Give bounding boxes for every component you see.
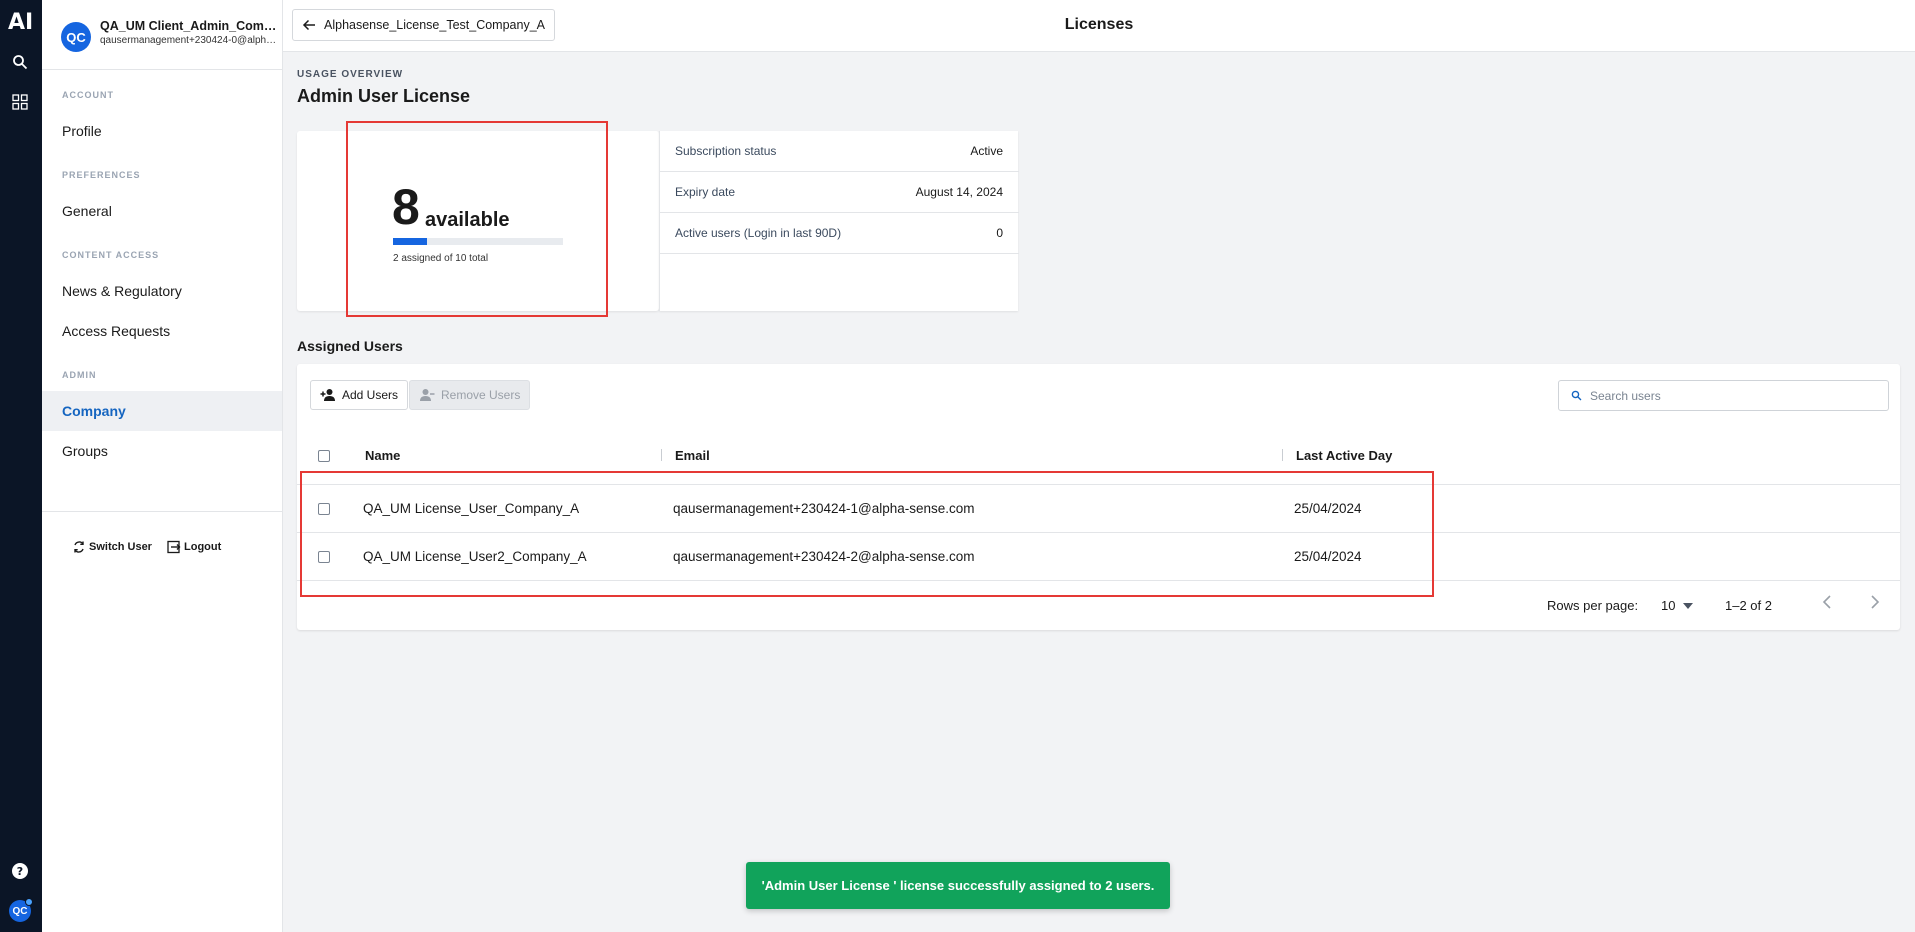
section-label-content-access: CONTENT ACCESS — [62, 250, 160, 260]
usage-overview-label: USAGE OVERVIEW — [297, 69, 404, 80]
next-page-button[interactable] — [1867, 594, 1881, 613]
user-name: QA_UM License_User_Company_A — [363, 501, 580, 516]
row-checkbox[interactable] — [318, 551, 330, 563]
success-toast: 'Admin User License ' license successful… — [746, 862, 1170, 909]
table-row[interactable]: QA_UM License_User2_Company_A qausermana… — [297, 533, 1900, 581]
svg-text:?: ? — [17, 865, 23, 878]
help-icon[interactable]: ? — [9, 860, 31, 882]
license-usage-bar — [393, 238, 563, 245]
rows-per-page-select[interactable]: 10 — [1661, 598, 1694, 613]
sidebar-item-general[interactable]: General — [42, 191, 282, 231]
column-header-name[interactable]: Name — [365, 448, 400, 463]
sidebar-item-access-requests[interactable]: Access Requests — [42, 311, 282, 351]
available-label: available — [425, 209, 510, 231]
detail-row-subscription-status: Subscription status Active — [660, 131, 1019, 172]
sidebar-item-news-regulatory[interactable]: News & Regulatory — [42, 271, 282, 311]
notification-dot — [25, 898, 33, 906]
chevron-left-icon — [1822, 595, 1831, 609]
sidebar-item-company[interactable]: Company — [42, 391, 282, 431]
available-count: 8 — [392, 179, 420, 235]
remove-person-icon — [420, 389, 435, 401]
row-checkbox[interactable] — [318, 503, 330, 515]
caret-down-icon — [1683, 602, 1694, 609]
section-label-admin: ADMIN — [62, 370, 97, 380]
search-users-input[interactable]: Search users — [1558, 380, 1889, 411]
chevron-right-icon — [1871, 595, 1880, 609]
detail-row-active-users: Active users (Login in last 90D) 0 — [660, 213, 1019, 254]
sidebar-item-groups[interactable]: Groups — [42, 431, 282, 471]
add-person-icon — [320, 389, 335, 401]
search-icon[interactable] — [9, 51, 31, 73]
sidebar-divider — [42, 511, 282, 512]
detail-row-expiry-date: Expiry date August 14, 2024 — [660, 172, 1019, 213]
logout-icon — [167, 540, 181, 554]
account-header[interactable]: QC QA_UM Client_Admin_Company_A qauserma… — [42, 0, 282, 70]
section-label-preferences: PREFERENCES — [62, 170, 141, 180]
alphasense-logo[interactable]: AI — [8, 10, 33, 35]
back-button[interactable]: Alphasense_License_Test_Company_A — [292, 9, 555, 41]
user-last-active: 25/04/2024 — [1294, 501, 1362, 516]
app-rail: AI ? QC — [0, 0, 42, 932]
logout-button[interactable]: Logout — [167, 540, 221, 554]
license-usage-fill — [393, 238, 427, 245]
switch-user-button[interactable]: Switch User — [72, 540, 152, 554]
pagination-range: 1–2 of 2 — [1725, 598, 1772, 613]
user-name: QA_UM License_User2_Company_A — [363, 549, 587, 564]
account-name: QA_UM Client_Admin_Company_A — [100, 19, 278, 33]
account-avatar: QC — [61, 22, 91, 52]
add-users-button[interactable]: Add Users — [310, 380, 409, 410]
dashboard-grid-icon[interactable] — [9, 91, 31, 113]
account-email: qausermanagement+230424-0@alpha-sense.co… — [100, 35, 278, 46]
assigned-users-title: Assigned Users — [297, 338, 403, 354]
column-separator[interactable] — [1282, 449, 1283, 461]
settings-sidebar: QC QA_UM Client_Admin_Company_A qauserma… — [42, 0, 283, 932]
rows-per-page-label: Rows per page: — [1547, 598, 1639, 613]
sidebar-item-profile[interactable]: Profile — [42, 111, 282, 151]
column-header-last-active[interactable]: Last Active Day — [1296, 448, 1392, 463]
select-all-checkbox[interactable] — [318, 450, 330, 462]
table-row[interactable]: QA_UM License_User_Company_A qausermanag… — [297, 485, 1900, 533]
previous-page-button[interactable] — [1821, 594, 1835, 613]
arrow-left-icon — [302, 19, 315, 31]
switch-user-icon — [74, 541, 84, 553]
user-avatar[interactable]: QC — [9, 898, 33, 922]
remove-users-button[interactable]: Remove Users — [409, 380, 531, 410]
column-separator[interactable] — [661, 449, 662, 461]
assigned-users-panel: Add Users Remove Users Search users Name… — [297, 364, 1900, 630]
assigned-summary: 2 assigned of 10 total — [393, 253, 489, 264]
user-last-active: 25/04/2024 — [1294, 549, 1362, 564]
column-header-email[interactable]: Email — [675, 448, 710, 463]
search-icon — [1571, 390, 1582, 401]
section-label-account: ACCOUNT — [62, 90, 114, 100]
user-email: qausermanagement+230424-1@alpha-sense.co… — [673, 501, 975, 516]
page-header: Licenses Alphasense_License_Test_Company… — [283, 0, 1915, 52]
license-title: Admin User License — [297, 86, 471, 106]
user-email: qausermanagement+230424-2@alpha-sense.co… — [673, 549, 975, 564]
license-details-card: Subscription status Active Expiry date A… — [659, 131, 1019, 311]
